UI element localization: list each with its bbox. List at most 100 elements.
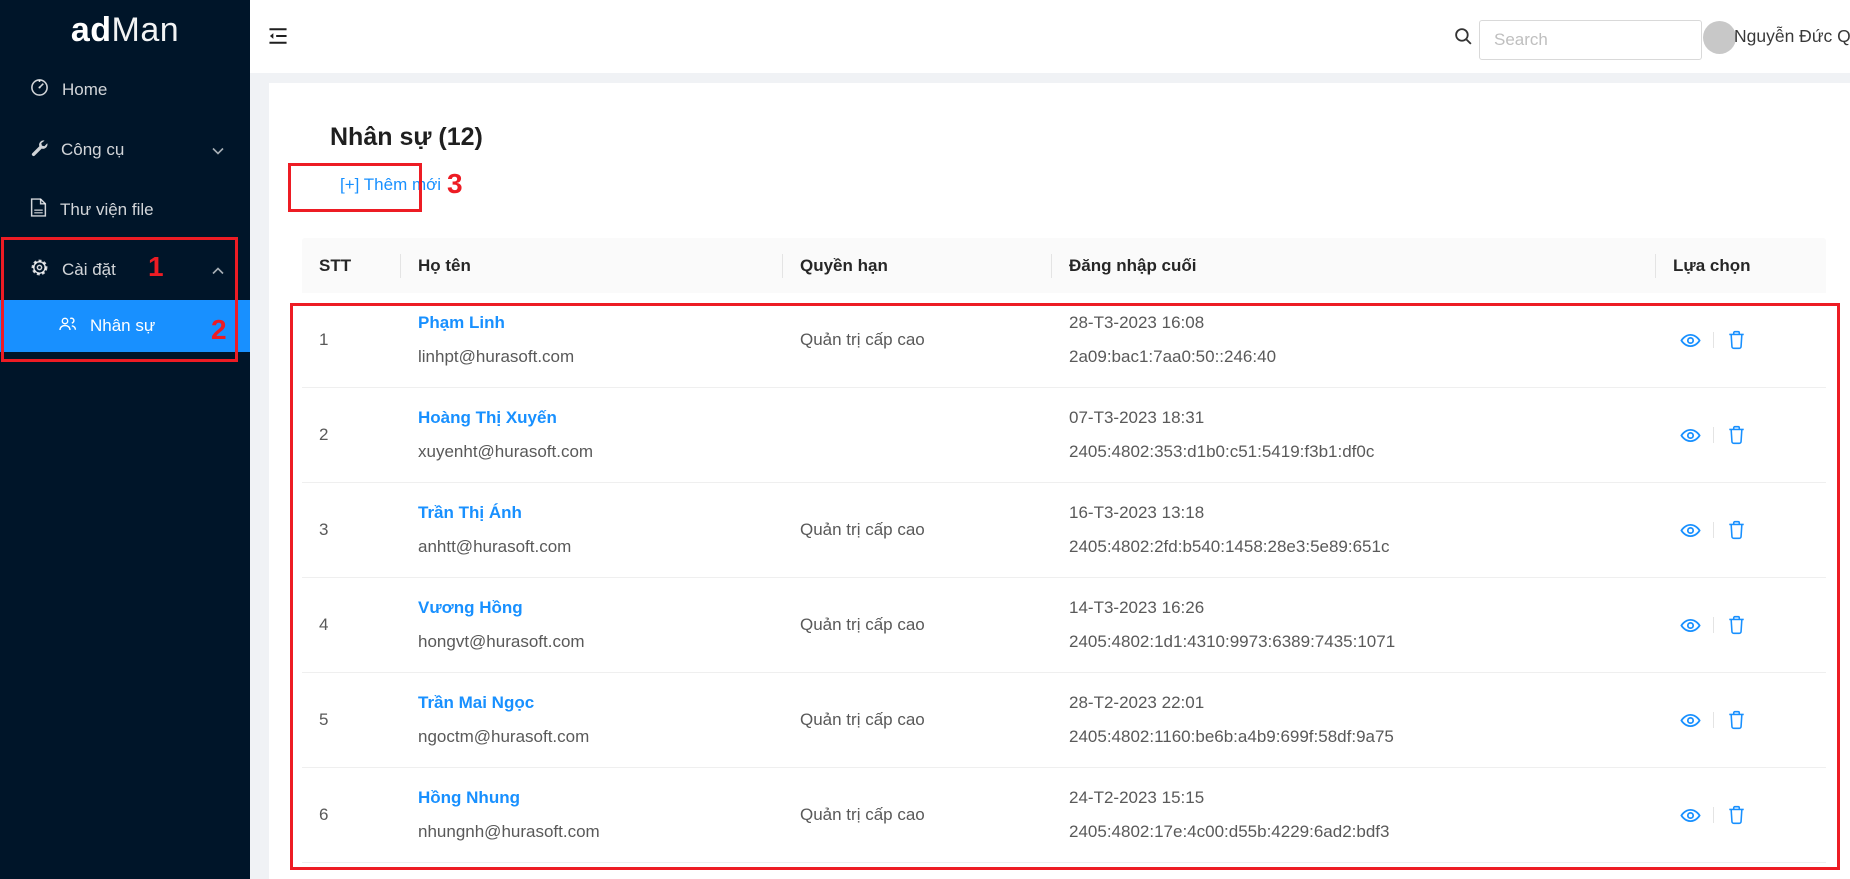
view-eye-icon[interactable] <box>1680 425 1701 446</box>
person-role: Quản trị cấp cao <box>783 327 1052 353</box>
table-row: 2 Hoàng Thị Xuyến xuyenht@hurasoft.com 0… <box>302 388 1826 483</box>
row-index: 1 <box>302 327 401 353</box>
add-new-button[interactable]: [+] Thêm mới <box>340 175 441 195</box>
team-icon <box>58 315 77 338</box>
sidebar-item-home[interactable]: Home <box>0 60 250 120</box>
last-login-date: 07-T3-2023 18:31 <box>1069 405 1639 431</box>
column-header-stt: STT <box>302 238 401 293</box>
delete-trash-icon[interactable] <box>1726 520 1747 541</box>
last-login-date: 28-T2-2023 22:01 <box>1069 690 1639 716</box>
column-header-quyen-han: Quyền hạn <box>783 238 1052 293</box>
person-email: linhpt@hurasoft.com <box>418 344 766 370</box>
action-divider <box>1713 712 1714 728</box>
page-title: Nhân sự (12) <box>330 123 483 152</box>
last-login-date: 14-T3-2023 16:26 <box>1069 595 1639 621</box>
row-actions <box>1656 805 1826 826</box>
delete-trash-icon[interactable] <box>1726 615 1747 636</box>
last-login-cell: 14-T3-2023 16:26 2405:4802:1d1:4310:9973… <box>1052 595 1656 656</box>
person-email: hongvt@hurasoft.com <box>418 629 766 655</box>
person-role: Quản trị cấp cao <box>783 707 1052 733</box>
view-eye-icon[interactable] <box>1680 805 1701 826</box>
last-login-ip: 2405:4802:2fd:b540:1458:28e3:5e89:651c <box>1069 534 1639 560</box>
logo-text-bold: ad <box>71 11 112 50</box>
content-panel: Nhân sự (12) [+] Thêm mới STT Họ tên Quy… <box>269 83 1850 879</box>
row-actions <box>1656 520 1826 541</box>
table-body: 1 Phạm Linh linhpt@hurasoft.com Quản trị… <box>302 293 1826 863</box>
row-index: 4 <box>302 612 401 638</box>
user-name[interactable]: Nguyễn Đức Qu <box>1734 0 1850 73</box>
person-cell: Hoàng Thị Xuyến xuyenht@hurasoft.com <box>401 405 783 466</box>
sidebar-item-thu-vien-file[interactable]: Thư viện file <box>0 180 250 240</box>
action-divider <box>1713 522 1714 538</box>
sidebar-item-label: Cài đặt <box>62 260 116 280</box>
table-row: 3 Trần Thị Ánh anhtt@hurasoft.com Quản t… <box>302 483 1826 578</box>
search-input[interactable] <box>1479 20 1702 60</box>
person-cell: Vương Hồng hongvt@hurasoft.com <box>401 595 783 656</box>
search-icon[interactable] <box>1454 27 1473 51</box>
chevron-up-icon <box>212 260 224 280</box>
view-eye-icon[interactable] <box>1680 520 1701 541</box>
logo-text-light: Man <box>112 11 180 50</box>
person-name-link[interactable]: Vương Hồng <box>418 595 766 621</box>
sidebar-item-label: Home <box>62 80 107 100</box>
person-cell: Phạm Linh linhpt@hurasoft.com <box>401 310 783 371</box>
gear-icon <box>30 258 49 282</box>
person-name-link[interactable]: Trần Mai Ngọc <box>418 690 766 716</box>
table-row: 4 Vương Hồng hongvt@hurasoft.com Quản tr… <box>302 578 1826 673</box>
person-cell: Trần Mai Ngọc ngoctm@hurasoft.com <box>401 690 783 751</box>
last-login-date: 28-T3-2023 16:08 <box>1069 310 1639 336</box>
personnel-table: STT Họ tên Quyền hạn Đăng nhập cuối Lựa … <box>302 238 1826 863</box>
person-email: xuyenht@hurasoft.com <box>418 439 766 465</box>
column-header-dang-nhap-cuoi: Đăng nhập cuối <box>1052 238 1656 293</box>
column-header-ho-ten: Họ tên <box>401 238 783 293</box>
sidebar-item-label: Công cụ <box>61 140 124 160</box>
last-login-cell: 28-T3-2023 16:08 2a09:bac1:7aa0:50::246:… <box>1052 310 1656 371</box>
last-login-cell: 16-T3-2023 13:18 2405:4802:2fd:b540:1458… <box>1052 500 1656 561</box>
row-index: 6 <box>302 802 401 828</box>
row-index: 2 <box>302 422 401 448</box>
row-actions <box>1656 710 1826 731</box>
last-login-cell: 28-T2-2023 22:01 2405:4802:1160:be6b:a4b… <box>1052 690 1656 751</box>
last-login-ip: 2405:4802:1160:be6b:a4b9:699f:58df:9a75 <box>1069 724 1639 750</box>
table-row: 5 Trần Mai Ngọc ngoctm@hurasoft.com Quản… <box>302 673 1826 768</box>
row-index: 5 <box>302 707 401 733</box>
delete-trash-icon[interactable] <box>1726 710 1747 731</box>
view-eye-icon[interactable] <box>1680 615 1701 636</box>
last-login-cell: 07-T3-2023 18:31 2405:4802:353:d1b0:c51:… <box>1052 405 1656 466</box>
action-divider <box>1713 617 1714 633</box>
table-row: 6 Hồng Nhung nhungnh@hurasoft.com Quản t… <box>302 768 1826 863</box>
person-name-link[interactable]: Trần Thị Ánh <box>418 500 766 526</box>
sidebar-item-cai-dat[interactable]: Cài đặt <box>0 240 250 300</box>
row-index: 3 <box>302 517 401 543</box>
person-email: ngoctm@hurasoft.com <box>418 724 766 750</box>
last-login-ip: 2405:4802:353:d1b0:c51:5419:f3b1:df0c <box>1069 439 1639 465</box>
action-divider <box>1713 332 1714 348</box>
delete-trash-icon[interactable] <box>1726 330 1747 351</box>
view-eye-icon[interactable] <box>1680 710 1701 731</box>
avatar[interactable] <box>1703 21 1736 54</box>
view-eye-icon[interactable] <box>1680 330 1701 351</box>
person-cell: Hồng Nhung nhungnh@hurasoft.com <box>401 785 783 846</box>
row-actions <box>1656 615 1826 636</box>
last-login-ip: 2a09:bac1:7aa0:50::246:40 <box>1069 344 1639 370</box>
menu-fold-icon[interactable] <box>267 25 289 47</box>
last-login-cell: 24-T2-2023 15:15 2405:4802:17e:4c00:d55b… <box>1052 785 1656 846</box>
person-name-link[interactable]: Hồng Nhung <box>418 785 766 811</box>
sidebar-item-label: Thư viện file <box>60 200 154 220</box>
delete-trash-icon[interactable] <box>1726 425 1747 446</box>
sidebar: adMan Home Công cụ Thư viện file <box>0 0 250 879</box>
row-actions <box>1656 425 1826 446</box>
chevron-down-icon <box>212 140 224 160</box>
sidebar-item-cong-cu[interactable]: Công cụ <box>0 120 250 180</box>
column-header-lua-chon: Lựa chọn <box>1656 238 1826 293</box>
delete-trash-icon[interactable] <box>1726 805 1747 826</box>
app-logo[interactable]: adMan <box>0 0 250 60</box>
last-login-date: 16-T3-2023 13:18 <box>1069 500 1639 526</box>
person-name-link[interactable]: Phạm Linh <box>418 310 766 336</box>
person-role: Quản trị cấp cao <box>783 612 1052 638</box>
row-actions <box>1656 330 1826 351</box>
file-icon <box>30 198 47 222</box>
person-cell: Trần Thị Ánh anhtt@hurasoft.com <box>401 500 783 561</box>
sidebar-item-nhan-su-active[interactable]: Nhân sự <box>0 300 250 352</box>
person-name-link[interactable]: Hoàng Thị Xuyến <box>418 405 766 431</box>
